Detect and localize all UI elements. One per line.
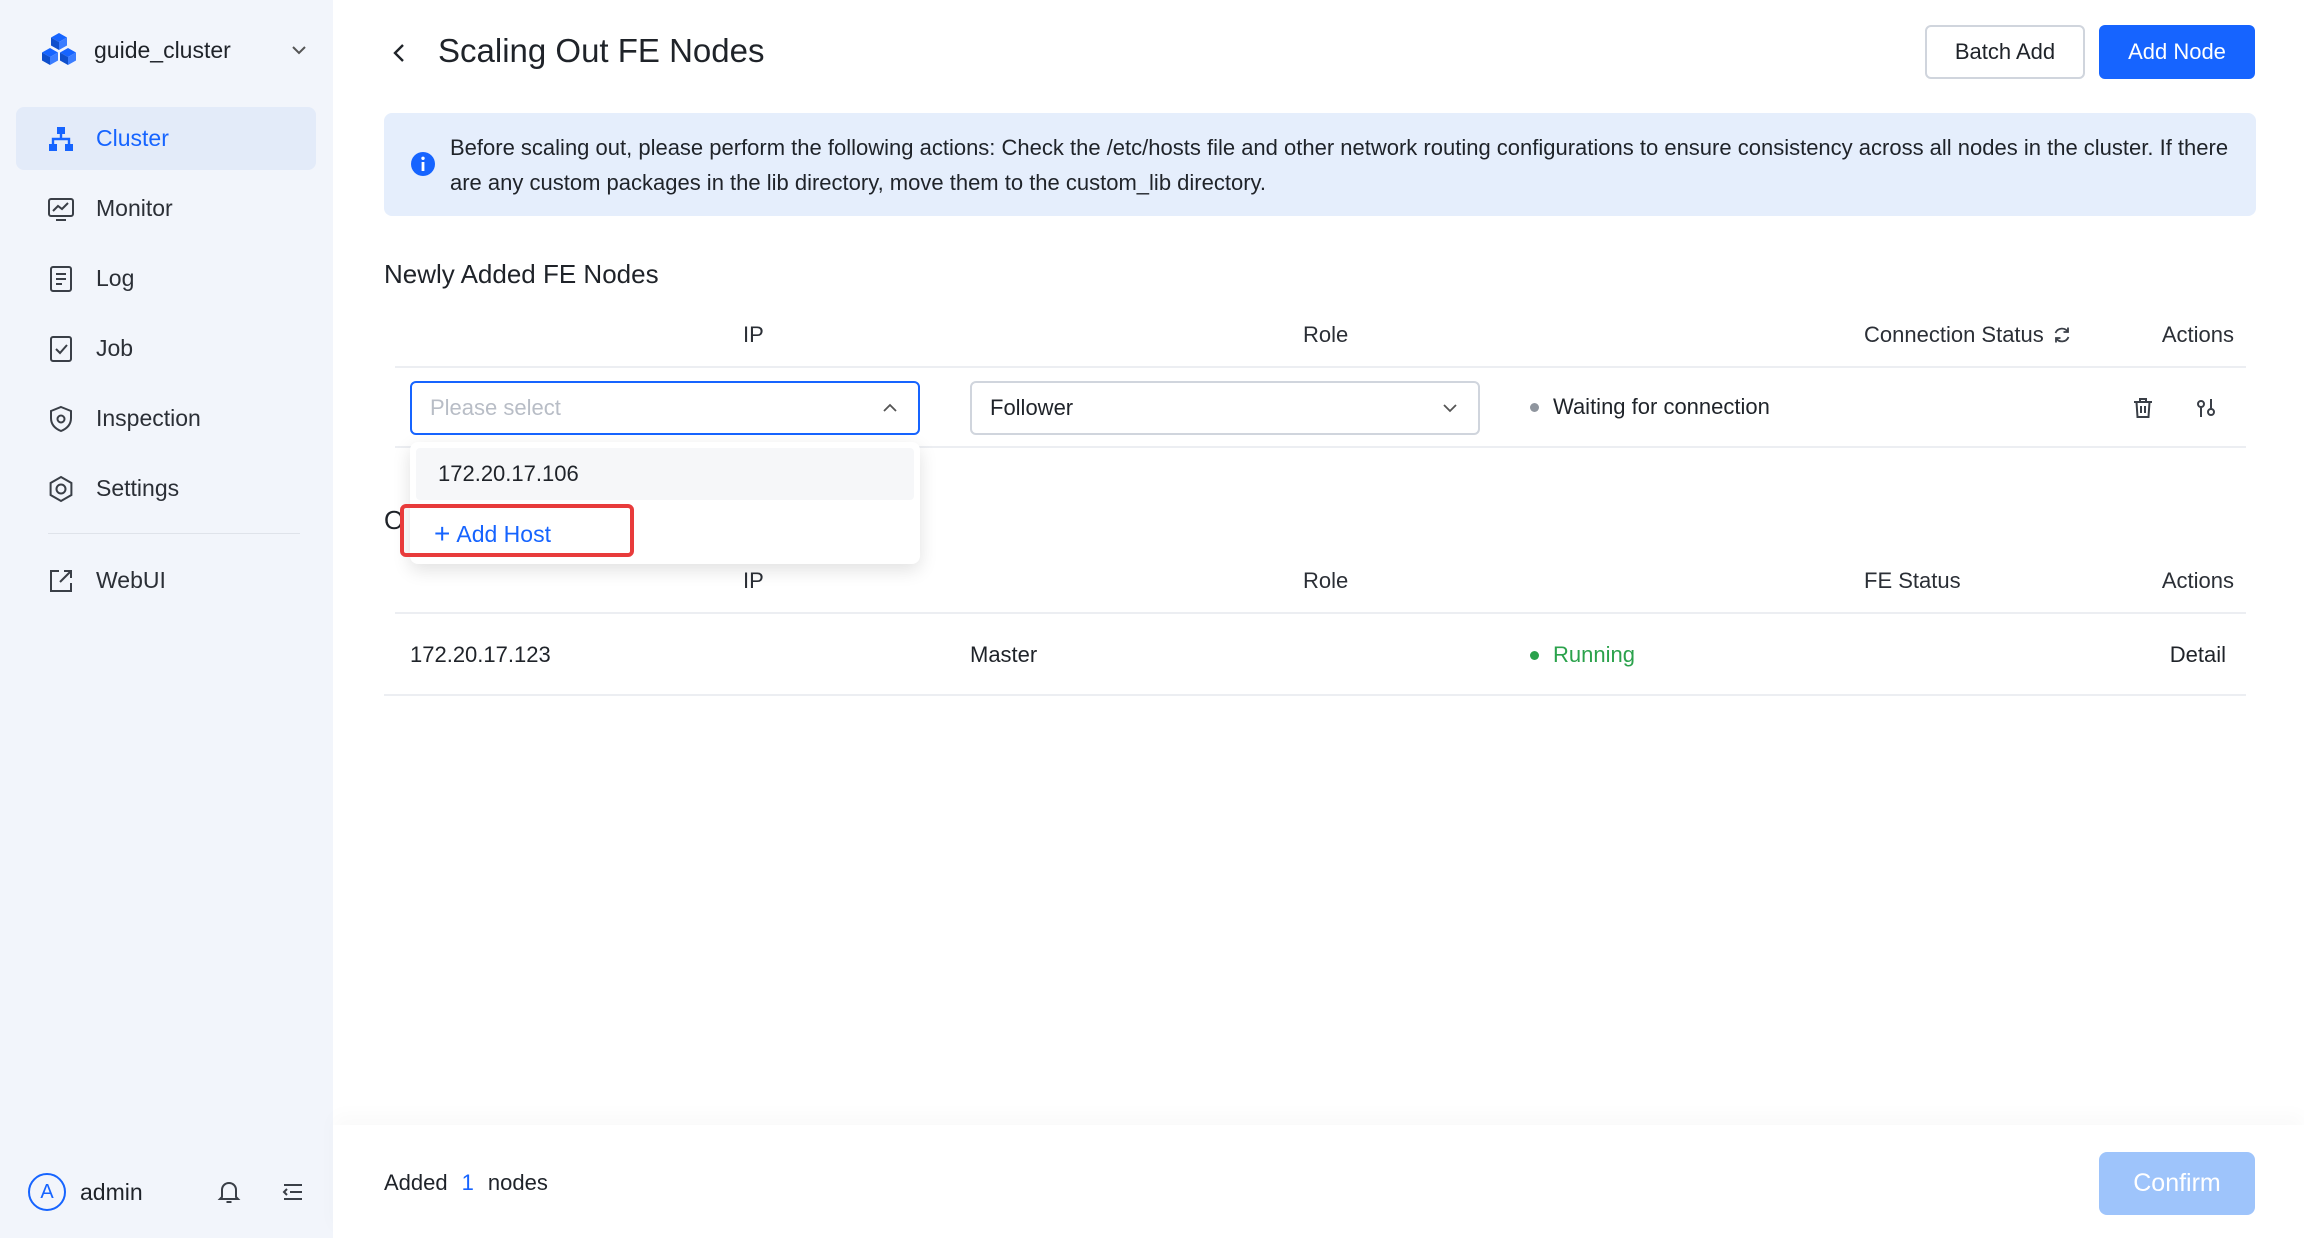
sidebar-item-inspection[interactable]: Inspection	[16, 387, 316, 450]
sidebar-item-label: Monitor	[96, 195, 173, 221]
sidebar: guide_cluster Cluster Monitor Log Job In…	[0, 0, 333, 1238]
status-dot	[1530, 650, 1539, 660]
column-header-ip: IP	[743, 322, 764, 347]
job-icon	[46, 334, 76, 364]
column-header-ip: IP	[743, 568, 764, 593]
back-arrow-icon[interactable]	[385, 38, 415, 68]
sidebar-item-label: WebUI	[96, 567, 166, 593]
chevron-up-icon	[883, 403, 897, 412]
sidebar-item-label: Cluster	[96, 125, 169, 151]
added-count: 1	[461, 1170, 474, 1195]
column-header-role: Role	[1303, 322, 1349, 347]
ip-option[interactable]: 172.20.17.106	[416, 448, 914, 500]
ip-select-placeholder: Please select	[430, 395, 561, 420]
footer-bar: Added 1 nodes Confirm	[333, 1125, 2304, 1238]
log-icon	[46, 264, 76, 294]
add-node-button[interactable]: Add Node	[2099, 25, 2255, 79]
added-prefix: Added	[384, 1170, 448, 1195]
user-bar: A admin	[28, 1172, 308, 1212]
batch-add-button[interactable]: Batch Add	[1925, 25, 2085, 79]
delete-icon[interactable]	[2128, 393, 2158, 423]
sidebar-nav: Cluster Monitor Log Job Inspection Setti…	[16, 107, 316, 619]
sidebar-item-label: Log	[96, 265, 135, 291]
column-header-connection-status: Connection Status	[1864, 322, 2073, 348]
nav-divider	[48, 533, 300, 534]
external-link-icon	[46, 566, 76, 596]
row-divider	[395, 366, 2246, 368]
connection-status-text: Waiting for connection	[1553, 394, 1770, 419]
column-header-actions: Actions	[2161, 322, 2234, 347]
column-header-label: Connection Status	[1864, 322, 2044, 347]
inspection-icon	[46, 404, 76, 434]
sidebar-item-cluster[interactable]: Cluster	[16, 107, 316, 170]
column-header-role: Role	[1303, 568, 1349, 593]
page-title: Scaling Out FE Nodes	[438, 32, 765, 69]
refresh-icon[interactable]	[2051, 324, 2073, 346]
sidebar-item-label: Job	[96, 335, 134, 361]
fe-status: Running	[1530, 642, 1635, 668]
sidebar-item-label: Settings	[96, 475, 180, 501]
row-divider	[384, 694, 2246, 696]
info-alert: Before scaling out, please perform the f…	[384, 113, 2256, 216]
config-icon[interactable]	[2191, 393, 2221, 423]
node-role: Master	[970, 642, 1038, 667]
highlight-box	[400, 504, 634, 557]
role-select[interactable]: Follower	[970, 381, 1480, 435]
menu-collapse-icon[interactable]	[278, 1177, 308, 1207]
alert-text: Before scaling out, please perform the f…	[450, 135, 2229, 195]
sidebar-item-webui[interactable]: WebUI	[16, 549, 316, 612]
cluster-name: guide_cluster	[94, 36, 231, 63]
column-header-fe-status: FE Status	[1864, 568, 1961, 593]
role-select-value: Follower	[990, 395, 1074, 420]
node-ip: 172.20.17.123	[410, 642, 551, 667]
user-name[interactable]: admin	[80, 1179, 180, 1206]
added-suffix: nodes	[487, 1170, 548, 1195]
confirm-button[interactable]: Confirm	[2099, 1152, 2255, 1215]
ip-select[interactable]: Please select	[410, 381, 920, 435]
column-header-actions: Actions	[2161, 568, 2234, 593]
info-icon	[411, 152, 435, 176]
detail-link[interactable]: Detail	[2170, 642, 2226, 668]
status-dot	[1530, 402, 1539, 412]
existing-nodes-table: IP Role FE Status Actions	[384, 564, 2246, 696]
new-nodes-title: Newly Added FE Nodes	[384, 259, 659, 289]
bell-icon[interactable]	[214, 1177, 244, 1207]
sidebar-item-settings[interactable]: Settings	[16, 457, 316, 520]
chevron-down-icon	[1443, 404, 1457, 413]
chevron-down-icon	[292, 46, 306, 55]
cluster-logo-icon	[42, 33, 76, 65]
cluster-switcher[interactable]: guide_cluster	[40, 28, 310, 72]
monitor-icon	[46, 194, 76, 224]
settings-icon	[46, 474, 76, 504]
connection-status: Waiting for connection	[1530, 394, 1770, 420]
cluster-icon	[46, 124, 76, 154]
added-count-text: Added 1 nodes	[384, 1170, 548, 1196]
sidebar-item-log[interactable]: Log	[16, 247, 316, 310]
sidebar-item-monitor[interactable]: Monitor	[16, 177, 316, 240]
fe-status-text: Running	[1553, 642, 1635, 667]
sidebar-item-job[interactable]: Job	[16, 317, 316, 380]
main-content: Scaling Out FE Nodes Batch Add Add Node …	[333, 0, 2304, 1238]
row-divider	[395, 612, 2246, 614]
sidebar-item-label: Inspection	[96, 405, 201, 431]
avatar[interactable]: A	[28, 1173, 66, 1211]
